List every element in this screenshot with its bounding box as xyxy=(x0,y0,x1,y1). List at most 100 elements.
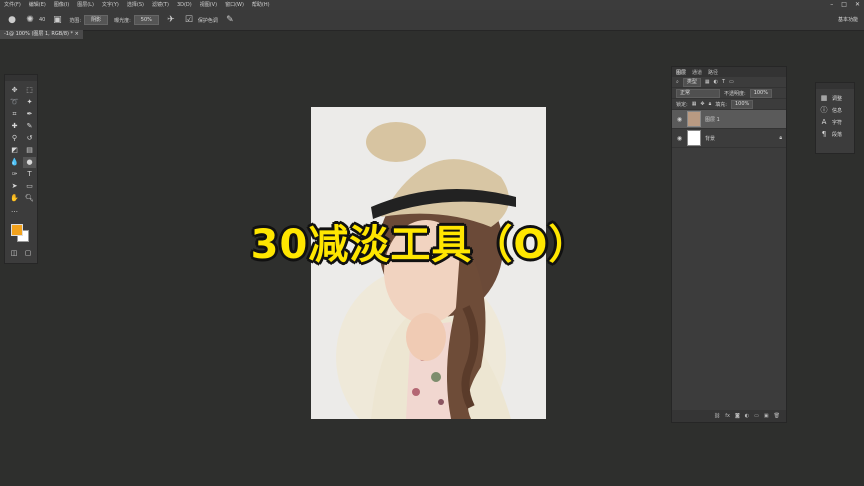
history-brush-icon[interactable]: ↺ xyxy=(23,133,36,144)
marquee-tool-icon[interactable]: ⬚ xyxy=(23,85,36,96)
menu-3d[interactable]: 3D(D) xyxy=(173,0,196,10)
lock-position-icon[interactable]: ✥ xyxy=(700,101,704,107)
eraser-tool-icon[interactable]: ◩ xyxy=(8,145,21,156)
side-panel-dock: ▦ 调整 ⓘ 信息 A 字符 ¶ 段落 xyxy=(815,82,855,154)
layer-row[interactable]: ◉ 背景 🔒︎ xyxy=(672,129,786,148)
minimize-icon[interactable]: – xyxy=(830,0,833,10)
hand-tool-icon[interactable]: ✋ xyxy=(8,193,21,204)
group-icon[interactable]: ▭ xyxy=(754,413,759,419)
workspace-switcher[interactable]: 基本功能 xyxy=(838,10,858,30)
close-tab-icon[interactable]: × xyxy=(75,31,79,37)
panel-item-character[interactable]: A 字符 xyxy=(816,116,854,128)
add-mask-icon[interactable]: ◙ xyxy=(735,413,740,419)
document-tab[interactable]: -1@ 100% (图层 1, RGB/8) * × xyxy=(0,30,83,39)
lock-all-icon[interactable]: 🔒︎ xyxy=(709,101,712,107)
layer-name[interactable]: 背景 xyxy=(705,135,715,142)
dodge-tool-icon: ● xyxy=(8,15,16,25)
brush-tool-icon[interactable]: ✎ xyxy=(23,121,36,132)
link-layers-icon[interactable]: ⛓ xyxy=(714,413,720,419)
blend-mode-select[interactable]: 正常 xyxy=(676,88,720,98)
new-layer-icon[interactable]: ▣ xyxy=(764,413,769,419)
brush-panel-icon[interactable]: ▣ xyxy=(51,14,63,26)
eye-icon[interactable]: ◉ xyxy=(676,135,683,142)
layer-thumbnail xyxy=(687,130,701,146)
tool-preset-picker[interactable]: ● xyxy=(6,14,18,26)
menu-edit[interactable]: 编辑(E) xyxy=(25,0,50,10)
side-panel-header[interactable] xyxy=(816,83,854,89)
menu-layer[interactable]: 图层(L) xyxy=(73,0,98,10)
clone-stamp-icon[interactable]: ⚲ xyxy=(8,133,21,144)
panel-item-info[interactable]: ⓘ 信息 xyxy=(816,104,854,116)
tools-panel: ✥ ⬚ ➰ ✦ ⌗ ✒ ✚ ✎ ⚲ ↺ ◩ ▤ 💧 ● ✑ T ➤ ▭ ✋ 🔍︎… xyxy=(4,74,38,264)
opacity-field[interactable]: 100% xyxy=(749,88,772,98)
zoom-tool-icon[interactable]: 🔍︎ xyxy=(23,193,36,204)
brush-size: 40 xyxy=(39,17,46,23)
close-icon[interactable]: ✕ xyxy=(855,0,860,10)
menu-image[interactable]: 图像(I) xyxy=(50,0,73,10)
layers-panel: 图层 通道 路径 ⌕ 类型 ▦ ◐ T ▭ 正常 不透明度: 100% 锁定: … xyxy=(671,66,787,423)
maximize-icon[interactable]: □ xyxy=(841,0,847,10)
brush-picker[interactable]: ✺ 40 xyxy=(24,14,45,26)
exposure-field[interactable]: 50% xyxy=(133,15,159,25)
menu-window[interactable]: 窗口(W) xyxy=(221,0,248,10)
fill-field[interactable]: 100% xyxy=(730,99,754,109)
filter-pixel-icon[interactable]: ▦ xyxy=(705,79,710,85)
filter-type-icon[interactable]: T xyxy=(722,79,725,85)
healing-brush-icon[interactable]: ✚ xyxy=(8,121,21,132)
pressure-size-icon[interactable]: ✎ xyxy=(224,14,236,26)
tab-layers[interactable]: 图层 xyxy=(676,69,686,76)
paragraph-icon: ¶ xyxy=(821,130,827,138)
more-tools-icon[interactable]: … xyxy=(8,205,21,216)
menu-file[interactable]: 文件(F) xyxy=(0,0,25,10)
dodge-tool-active-icon[interactable]: ● xyxy=(23,157,36,168)
fill-label: 填充: xyxy=(715,101,727,108)
adjustment-layer-icon[interactable]: ◐ xyxy=(745,413,749,419)
layer-filter-select[interactable]: 类型 xyxy=(682,77,701,87)
lasso-tool-icon[interactable]: ➰ xyxy=(8,97,21,108)
lock-pixels-icon[interactable]: ▦ xyxy=(692,101,697,107)
path-select-icon[interactable]: ➤ xyxy=(8,181,21,192)
quick-mask-icon[interactable]: ◫ xyxy=(9,248,19,259)
panel-item-adjust[interactable]: ▦ 调整 xyxy=(816,92,854,104)
eye-icon[interactable]: ◉ xyxy=(676,116,683,123)
layer-name[interactable]: 图层 1 xyxy=(705,116,720,123)
eyedropper-icon[interactable]: ✒ xyxy=(23,109,36,120)
magic-wand-icon[interactable]: ✦ xyxy=(23,97,36,108)
edit-toolbar-icon[interactable] xyxy=(23,205,36,216)
menu-filter[interactable]: 滤镜(T) xyxy=(148,0,173,10)
trash-icon[interactable]: 🗑︎ xyxy=(774,413,780,419)
lock-icon: 🔒︎ xyxy=(779,135,782,141)
crop-tool-icon[interactable]: ⌗ xyxy=(8,109,21,120)
gradient-tool-icon[interactable]: ▤ xyxy=(23,145,36,156)
checkbox-icon[interactable]: ☑ xyxy=(183,14,195,26)
layer-row[interactable]: ◉ 图层 1 xyxy=(672,110,786,129)
tab-channels[interactable]: 通道 xyxy=(692,69,702,76)
foreground-color-swatch[interactable] xyxy=(11,224,23,236)
info-icon: ⓘ xyxy=(820,106,828,114)
options-bar: ● ✺ 40 ▣ 范围: 阴影 曝光度: 50% ✈ ☑ 保护色调 ✎ xyxy=(0,10,864,31)
pen-tool-icon[interactable]: ✑ xyxy=(8,169,21,180)
screen-mode-icon[interactable]: ▢ xyxy=(23,248,33,259)
menu-help[interactable]: 帮助(H) xyxy=(248,0,274,10)
panel-item-label: 信息 xyxy=(832,107,843,114)
tutorial-title: 30减淡工具（O） xyxy=(250,222,590,268)
tab-paths[interactable]: 路径 xyxy=(708,69,718,76)
panel-item-label: 段落 xyxy=(832,131,843,138)
menu-view[interactable]: 视图(V) xyxy=(196,0,221,10)
protect-tones-label: 保护色调 xyxy=(197,17,218,24)
panel-item-paragraph[interactable]: ¶ 段落 xyxy=(816,128,854,140)
menu-select[interactable]: 选择(S) xyxy=(123,0,148,10)
panel-item-label: 字符 xyxy=(832,119,843,126)
shape-tool-icon[interactable]: ▭ xyxy=(23,181,36,192)
filter-shape-icon[interactable]: ▭ xyxy=(729,79,734,85)
type-tool-icon[interactable]: T xyxy=(23,169,36,180)
menu-type[interactable]: 文字(Y) xyxy=(98,0,123,10)
move-tool-icon[interactable]: ✥ xyxy=(8,85,21,96)
fx-icon[interactable]: fx xyxy=(725,413,730,419)
panel-item-label: 调整 xyxy=(832,95,843,102)
exposure-label: 曝光度: xyxy=(114,17,131,24)
airbrush-icon[interactable]: ✈ xyxy=(165,14,177,26)
blur-tool-icon[interactable]: 💧 xyxy=(8,157,21,168)
filter-adjust-icon[interactable]: ◐ xyxy=(714,79,718,85)
range-select[interactable]: 阴影 xyxy=(84,15,109,25)
